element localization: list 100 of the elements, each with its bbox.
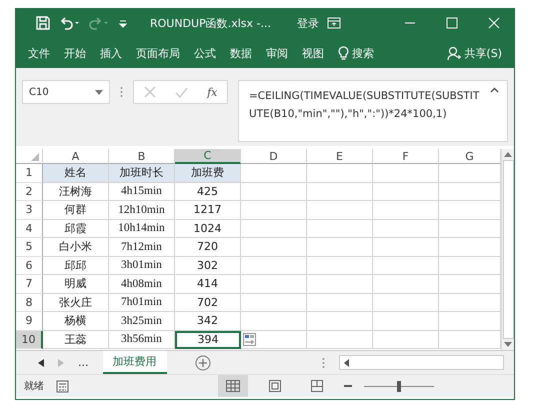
table-cell: 7h01min [109, 294, 175, 312]
column-header[interactable]: B [109, 149, 175, 164]
table-cell: 4h15min [109, 182, 175, 201]
row-header[interactable]: 7 [16, 275, 43, 294]
next-sheet-icon [58, 358, 64, 366]
status-text: 就绪 [24, 380, 44, 393]
column-header[interactable]: D [241, 149, 307, 164]
menu-item[interactable]: 插入 [100, 46, 122, 60]
name-box[interactable]: C10 [22, 80, 110, 104]
maximize-icon[interactable] [446, 17, 458, 29]
grid-icon [226, 380, 240, 392]
page-break-icon [311, 380, 323, 392]
table-cell: 加班时长 [109, 164, 175, 182]
row-header[interactable]: 8 [16, 294, 43, 312]
table-cell: 邱霞 [43, 220, 109, 238]
table-cell: 3h01min [109, 256, 175, 275]
table-cell: 720 [175, 238, 241, 256]
login-button[interactable]: 登录 [297, 16, 319, 30]
table-cell: 1024 [175, 220, 241, 238]
table-cell: 425 [175, 182, 241, 201]
row-header[interactable]: 9 [16, 312, 43, 330]
page-icon [269, 380, 281, 392]
normal-view-button[interactable] [218, 375, 248, 397]
horizontal-scrollbar[interactable] [339, 355, 504, 370]
more-sheets-button[interactable]: ... [78, 356, 88, 369]
row-header[interactable]: 10 [16, 330, 43, 349]
empty-cell [307, 238, 373, 256]
search-menu-item[interactable]: 搜索 [352, 46, 374, 60]
table-cell: 邱邱 [43, 256, 109, 275]
row-header[interactable]: 1 [16, 164, 43, 182]
grip-icon [120, 86, 123, 98]
window-title: ROUNDUP函数.xlsx -... [150, 16, 271, 30]
table-cell: 何群 [43, 201, 109, 220]
save-icon[interactable] [36, 16, 50, 30]
macro-record-icon[interactable] [56, 380, 69, 392]
empty-cell [373, 312, 439, 330]
table-cell: 702 [175, 294, 241, 312]
zoom-out-icon[interactable] [344, 382, 352, 390]
empty-cell [241, 238, 307, 256]
vertical-scrollbar[interactable] [501, 149, 514, 350]
close-icon[interactable] [488, 17, 500, 29]
menu-item[interactable]: 视图 [302, 46, 324, 60]
menu-item[interactable]: 公式 [194, 46, 216, 60]
table-cell: 加班费 [175, 164, 241, 182]
previous-sheet-icon[interactable] [38, 358, 44, 366]
empty-cell [241, 294, 307, 312]
scroll-left-icon[interactable] [344, 358, 349, 366]
table-cell: 10h14min [109, 220, 175, 238]
empty-cell [307, 275, 373, 294]
table-cell: 302 [175, 256, 241, 275]
table-cell: 杨横 [43, 312, 109, 330]
menu-item[interactable]: 审阅 [266, 46, 288, 60]
table-cell: 明威 [43, 275, 109, 294]
scroll-down-icon[interactable] [504, 342, 512, 347]
table-cell: 414 [175, 275, 241, 294]
empty-cell [307, 294, 373, 312]
table-cell: 394 [175, 330, 241, 349]
menu-item[interactable]: 数据 [230, 46, 252, 60]
person-icon [447, 46, 462, 60]
row-header[interactable]: 5 [16, 238, 43, 256]
column-header[interactable]: G [439, 149, 501, 164]
redo-icon [88, 16, 110, 30]
menu-item[interactable]: 文件 [28, 46, 50, 60]
menu-item[interactable]: 开始 [64, 46, 86, 60]
share-button[interactable]: 共享(S) [464, 46, 502, 60]
row-header[interactable]: 6 [16, 256, 43, 275]
row-header[interactable]: 4 [16, 220, 43, 238]
column-header[interactable]: A [43, 149, 109, 164]
empty-cell [241, 182, 307, 201]
insert-function-button[interactable]: fx [207, 86, 218, 98]
quick-analysis-icon[interactable] [243, 332, 256, 346]
sheet-tab[interactable]: 加班费用 [102, 351, 166, 374]
column-header[interactable]: E [307, 149, 373, 164]
undo-icon[interactable] [58, 16, 80, 30]
menu-item[interactable]: 页面布局 [136, 46, 180, 60]
empty-cell [373, 164, 439, 182]
table-cell: 3h25min [109, 312, 175, 330]
row-header[interactable]: 2 [16, 182, 43, 201]
table-cell: 12h10min [109, 201, 175, 220]
table-cell: 王蕊 [43, 330, 109, 349]
empty-cell [373, 182, 439, 201]
table-cell: 342 [175, 312, 241, 330]
empty-cell [241, 256, 307, 275]
row-header[interactable]: 3 [16, 201, 43, 220]
customize-icon[interactable] [118, 18, 128, 28]
empty-cell [241, 275, 307, 294]
empty-cell [307, 201, 373, 220]
table-cell: 4h08min [109, 275, 175, 294]
add-sheet-icon[interactable] [194, 354, 210, 370]
empty-cell [373, 275, 439, 294]
formula-field[interactable]: =CEILING(TIMEVALUE(SUBSTITUTE(SUBSTITUTE(B10,"min",""),"h",":"))*24*100,1) [238, 80, 508, 142]
table-cell: 姓名 [43, 164, 109, 182]
dropdown-caret-icon[interactable] [95, 90, 103, 94]
table-cell: 3h56min [109, 330, 175, 349]
ribbon-display-icon[interactable] [327, 17, 341, 29]
column-header[interactable]: C [175, 149, 241, 164]
scroll-up-icon[interactable] [504, 152, 512, 157]
collapse-icon[interactable] [490, 87, 499, 93]
column-header[interactable]: F [373, 149, 439, 164]
table-cell: 汪树海 [43, 182, 109, 201]
